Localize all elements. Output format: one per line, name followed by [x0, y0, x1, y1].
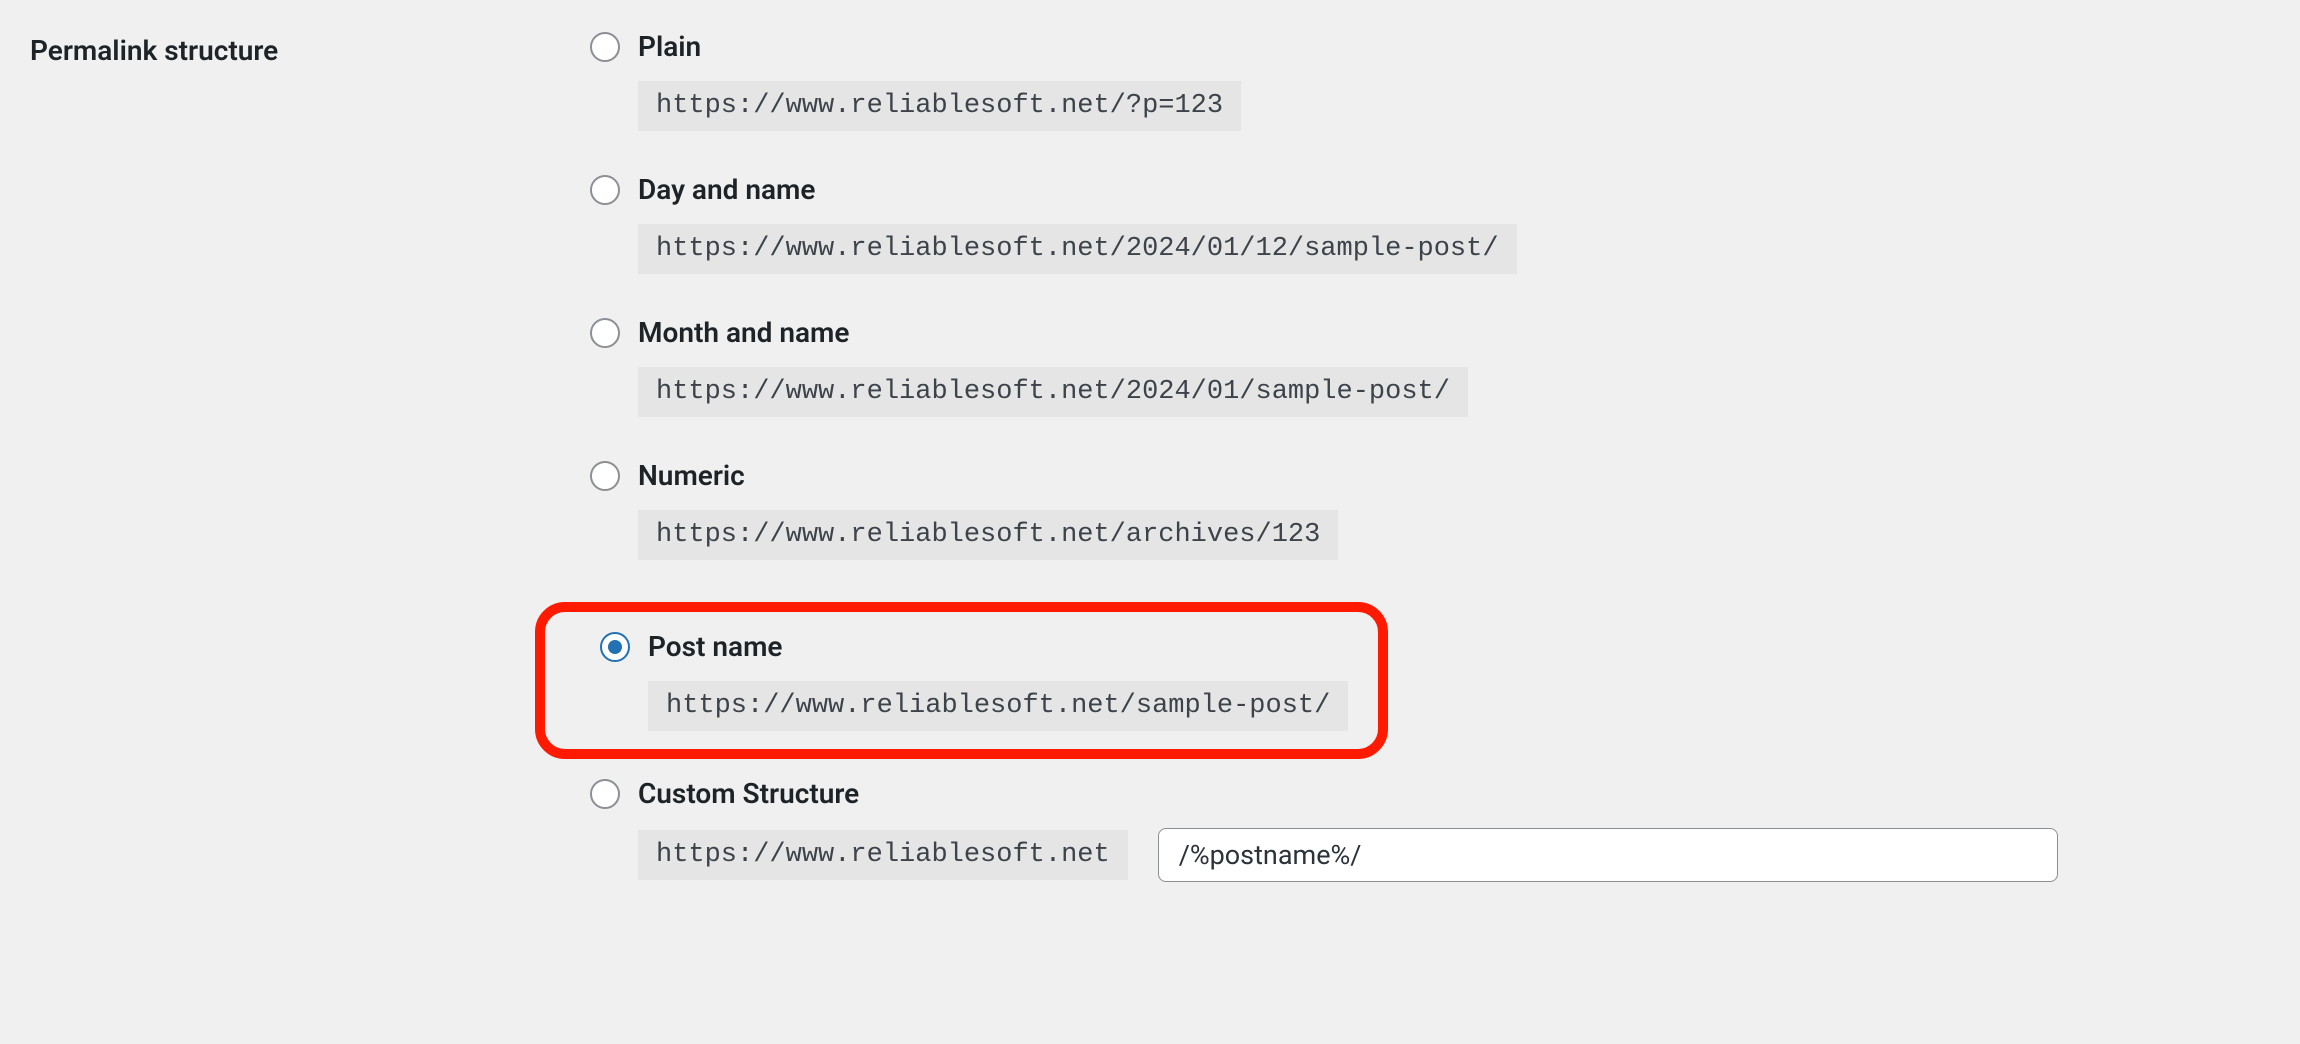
option-custom: Custom Structure https://www.reliablesof…	[590, 777, 2270, 882]
option-plain: Plain https://www.reliablesoft.net/?p=12…	[590, 30, 2270, 131]
label-post-name[interactable]: Post name	[648, 630, 782, 663]
radio-day-name[interactable]	[590, 175, 620, 205]
option-month-name: Month and name https://www.reliablesoft.…	[590, 316, 2270, 417]
label-month-name[interactable]: Month and name	[638, 316, 849, 349]
option-post-name: Post name https://www.reliablesoft.net/s…	[555, 630, 1348, 731]
example-plain: https://www.reliablesoft.net/?p=123	[638, 81, 1241, 131]
example-numeric: https://www.reliablesoft.net/archives/12…	[638, 510, 1338, 560]
example-month-name: https://www.reliablesoft.net/2024/01/sam…	[638, 367, 1468, 417]
custom-structure-input[interactable]	[1158, 828, 2058, 882]
option-numeric: Numeric https://www.reliablesoft.net/arc…	[590, 459, 2270, 560]
custom-prefix: https://www.reliablesoft.net	[638, 830, 1128, 880]
permalink-options: Plain https://www.reliablesoft.net/?p=12…	[590, 30, 2270, 882]
label-plain[interactable]: Plain	[638, 30, 701, 63]
label-day-name[interactable]: Day and name	[638, 173, 815, 206]
example-post-name: https://www.reliablesoft.net/sample-post…	[648, 681, 1348, 731]
highlighted-option: Post name https://www.reliablesoft.net/s…	[535, 602, 1388, 759]
label-numeric[interactable]: Numeric	[638, 459, 745, 492]
radio-numeric[interactable]	[590, 461, 620, 491]
label-custom[interactable]: Custom Structure	[638, 777, 859, 810]
radio-custom[interactable]	[590, 779, 620, 809]
radio-month-name[interactable]	[590, 318, 620, 348]
example-day-name: https://www.reliablesoft.net/2024/01/12/…	[638, 224, 1517, 274]
option-day-name: Day and name https://www.reliablesoft.ne…	[590, 173, 2270, 274]
radio-post-name[interactable]	[600, 632, 630, 662]
section-title: Permalink structure	[30, 30, 590, 67]
radio-plain[interactable]	[590, 32, 620, 62]
